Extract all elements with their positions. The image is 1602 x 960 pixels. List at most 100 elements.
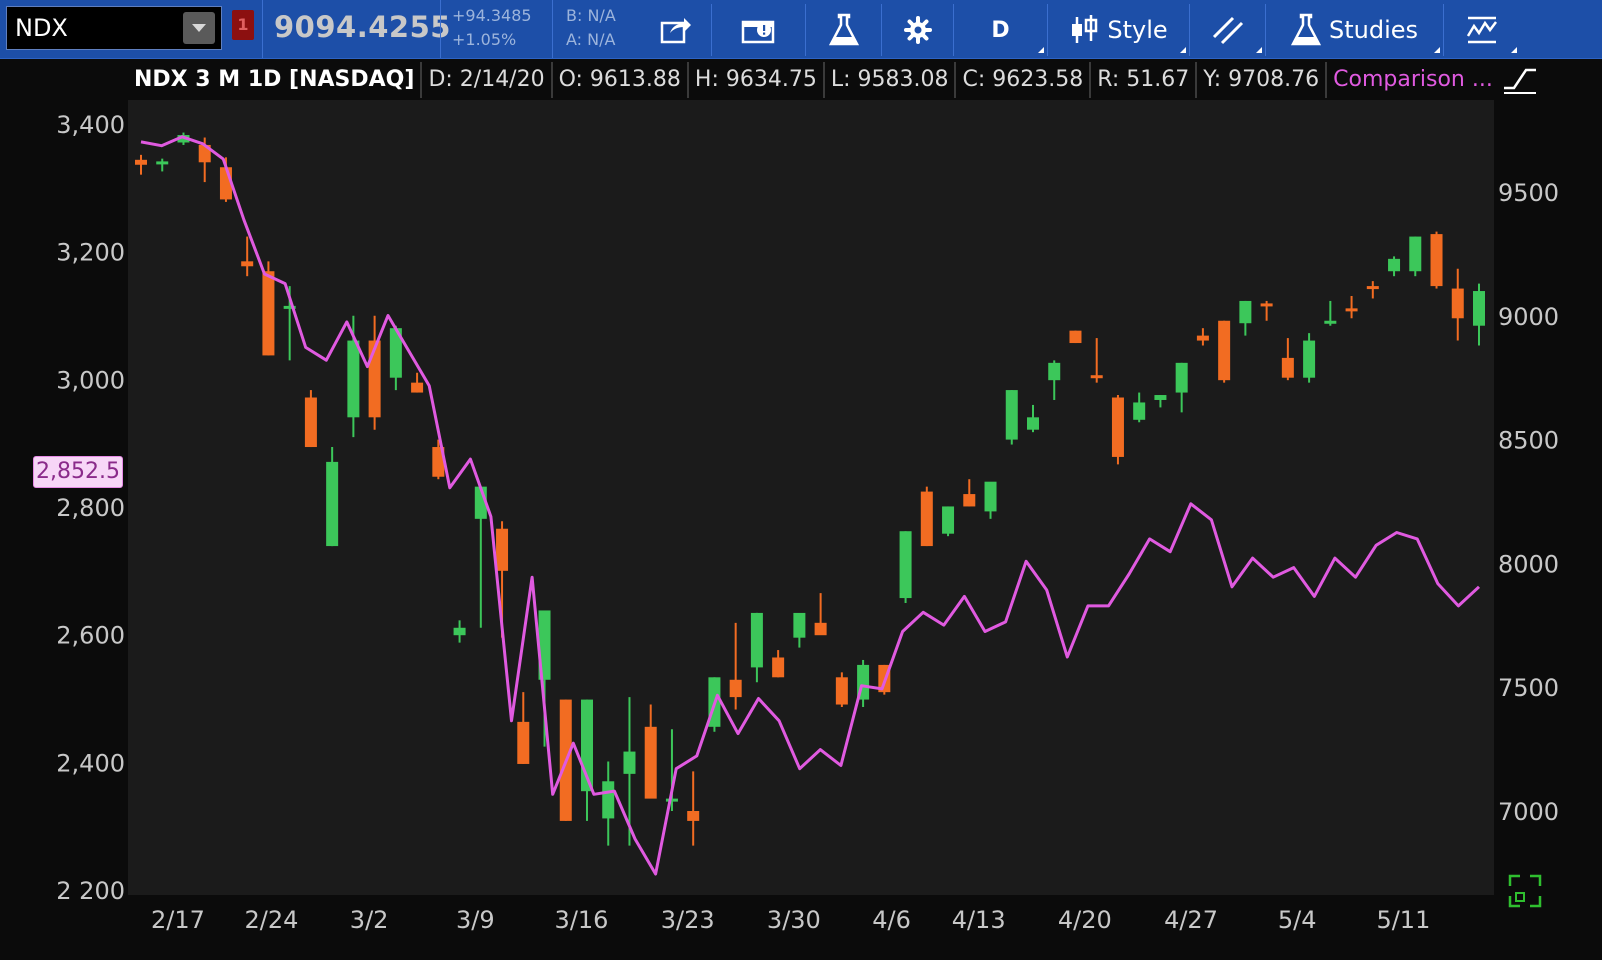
- candle: [1111, 395, 1124, 465]
- candle-body: [623, 751, 636, 774]
- candle-body: [1451, 288, 1464, 319]
- candle-body: [602, 781, 615, 819]
- expand-icon[interactable]: [1508, 874, 1542, 908]
- net-change-value: +94.3485: [452, 6, 532, 25]
- candle-body: [1281, 357, 1294, 378]
- right-axis-tick-label: 8500: [1498, 427, 1559, 455]
- x-axis-tick-label: 5/11: [1376, 906, 1430, 934]
- info-prev-close: Y: 9708.76: [1197, 62, 1328, 98]
- candle-body: [1430, 234, 1443, 287]
- candle-body: [1260, 303, 1273, 307]
- side-panel-icon[interactable]: [1500, 62, 1540, 96]
- candle-body: [1218, 320, 1231, 381]
- x-axis-tick-label: 3/23: [661, 906, 715, 934]
- x-axis-tick-label: 4/6: [872, 906, 911, 934]
- drawing-icon: [1212, 16, 1243, 45]
- x-axis-tick-label: 4/27: [1164, 906, 1218, 934]
- candle: [1303, 333, 1316, 383]
- candle-body: [1345, 308, 1358, 312]
- candle-body: [496, 528, 509, 571]
- candle-body: [347, 340, 360, 418]
- chart-app: 1 9094.4255 +94.3485 +1.05% B: N/A A: N/…: [0, 0, 1602, 960]
- aggregation-label: D: [991, 17, 1010, 43]
- drawing-button[interactable]: [1190, 4, 1266, 56]
- candle-body: [1473, 291, 1485, 326]
- share-icon: [660, 18, 691, 44]
- info-comparison[interactable]: Comparison ...: [1327, 62, 1499, 98]
- right-axis-tick-label: 9500: [1498, 179, 1559, 207]
- aggregation-button[interactable]: D: [954, 4, 1048, 56]
- right-axis-tick-label: 7000: [1498, 798, 1559, 826]
- candle-body: [687, 811, 700, 821]
- symbol-dropdown-button[interactable]: [183, 12, 215, 44]
- info-open: O: 9613.88: [553, 62, 689, 98]
- candle: [1005, 390, 1018, 445]
- candle-body: [453, 627, 466, 636]
- candle-body: [1090, 375, 1103, 379]
- settings-button[interactable]: [882, 4, 954, 56]
- candle-body: [1133, 402, 1146, 420]
- flask-button[interactable]: [806, 4, 882, 56]
- candle-body: [1388, 258, 1401, 272]
- bid-value: B: N/A: [566, 6, 616, 25]
- candle-body: [1409, 236, 1422, 272]
- candle-body: [729, 679, 742, 698]
- comparison-price-badge: 2,852.5: [33, 456, 123, 488]
- candle-body: [135, 159, 147, 165]
- toolbar: 1 9094.4255 +94.3485 +1.05% B: N/A A: N/…: [0, 0, 1602, 59]
- info-bar: NDX 3 M 1D [NASDAQ] D: 2/14/20 O: 9613.8…: [128, 60, 1499, 100]
- candle: [835, 672, 848, 708]
- x-axis-tick-label: 3/9: [456, 906, 495, 934]
- alert-icon: [741, 20, 774, 44]
- symbol-box[interactable]: [6, 6, 222, 50]
- left-axis-tick-label: 2,400: [56, 749, 125, 777]
- candle-body: [517, 721, 530, 764]
- candle-body: [920, 491, 933, 547]
- left-axis-tick-label: 3,400: [56, 111, 125, 139]
- pattern-button[interactable]: [1444, 4, 1520, 56]
- candlestick-icon: [1072, 15, 1098, 43]
- candle: [920, 486, 933, 547]
- candle-body: [793, 612, 806, 638]
- candle: [1409, 236, 1422, 277]
- candle-body: [262, 271, 275, 356]
- candle: [942, 506, 955, 537]
- candle-body: [1324, 320, 1337, 324]
- candle-body: [1239, 300, 1252, 324]
- candle: [899, 531, 912, 604]
- x-axis-tick-label: 2/24: [244, 906, 298, 934]
- alert-button[interactable]: [712, 4, 806, 56]
- candle: [1430, 231, 1443, 289]
- studies-button[interactable]: Studies: [1266, 4, 1444, 56]
- right-axis-tick-label: 8000: [1498, 550, 1559, 578]
- candle-body: [411, 382, 424, 393]
- gear-icon: [903, 16, 932, 44]
- info-date: D: 2/14/20: [422, 62, 553, 98]
- left-axis-tick-label: 3,000: [56, 366, 125, 394]
- link-group-badge[interactable]: 1: [232, 10, 254, 40]
- left-axis: 3,400 3,200 3,000 2,800 2,600 2,400 2 200: [56, 111, 125, 905]
- candle-body: [644, 726, 657, 799]
- candle-body: [665, 798, 678, 802]
- symbol-input[interactable]: [15, 14, 175, 42]
- percent-change-value: +1.05%: [452, 30, 517, 49]
- left-axis-tick-label: 2,600: [56, 622, 125, 650]
- right-axis: 9500 9000 8500 8000 7500 7000: [1498, 179, 1559, 826]
- info-close: C: 9623.58: [956, 62, 1092, 98]
- candle-body: [156, 161, 169, 165]
- x-axis-tick-label: 4/13: [952, 906, 1006, 934]
- candle-body: [1005, 390, 1018, 440]
- chart-area: 3,400 3,200 3,000 2,800 2,600 2,400 2 200 9500…: [56, 100, 1559, 934]
- candle-body: [984, 481, 997, 512]
- x-axis-tick-label: 2/17: [151, 906, 205, 934]
- share-button[interactable]: [640, 4, 712, 56]
- left-axis-tick-label: 2 200: [56, 877, 125, 905]
- candle-body: [241, 261, 254, 267]
- x-axis-tick-label: 4/20: [1058, 906, 1112, 934]
- style-button[interactable]: Style: [1048, 4, 1190, 56]
- net-change: +94.3485 +1.05%: [452, 4, 532, 52]
- candle-body: [1175, 362, 1188, 393]
- right-axis-tick-label: 7500: [1498, 674, 1559, 702]
- candle-body: [1027, 417, 1039, 430]
- x-axis-tick-label: 3/2: [350, 906, 389, 934]
